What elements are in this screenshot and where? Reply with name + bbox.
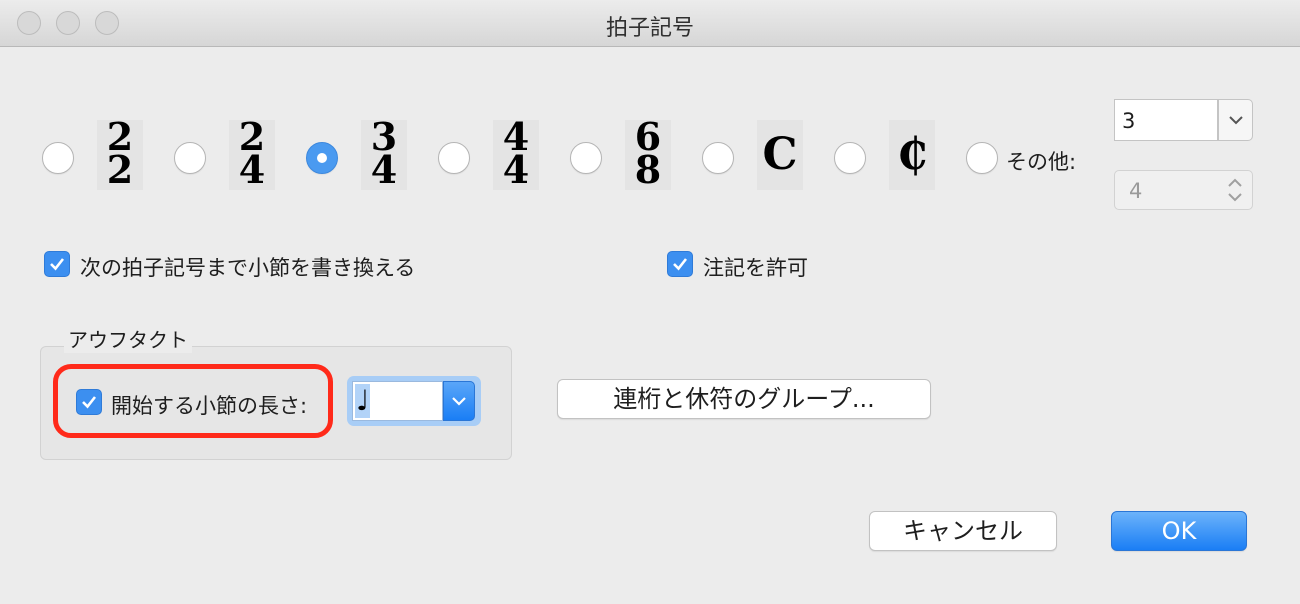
numerator-value: 3: [1122, 109, 1136, 133]
denominator-stepper[interactable]: 4: [1114, 170, 1253, 210]
rewrite-measures-label: 次の拍子記号まで小節を書き換える: [80, 256, 416, 280]
note-value-dropdown-button[interactable]: [443, 381, 475, 421]
beam-groups-button[interactable]: 連桁と休符のグループ...: [557, 379, 931, 419]
time-signature-dialog: 拍子記号 2 2 2 4 3 4 4 4 6 8 C ₵ その他: 3 4 次の…: [0, 0, 1300, 604]
numerator-input[interactable]: 3: [1114, 99, 1218, 141]
time-signature-3-4[interactable]: 3 4: [361, 118, 407, 192]
radio-other[interactable]: [966, 142, 998, 174]
radio-4-4[interactable]: [438, 142, 470, 174]
pickup-group-label: アウフタクト: [64, 324, 192, 353]
radio-2-2[interactable]: [42, 142, 74, 174]
radio-6-8[interactable]: [570, 142, 602, 174]
ts-bottom: 4: [238, 147, 266, 192]
checkmark-icon: [50, 258, 65, 271]
radio-common-time[interactable]: [702, 142, 734, 174]
radio-3-4[interactable]: [306, 142, 338, 174]
common-time-symbol[interactable]: C: [757, 120, 803, 190]
time-signature-2-2[interactable]: 2 2: [97, 118, 143, 192]
allow-notes-checkbox[interactable]: [667, 251, 693, 277]
stepper-arrows-icon: [1228, 178, 1242, 202]
time-signature-2-4[interactable]: 2 4: [229, 118, 275, 192]
window-title: 拍子記号: [605, 16, 694, 41]
ok-button[interactable]: OK: [1111, 511, 1247, 551]
ts-bottom: 2: [106, 147, 134, 192]
rewrite-measures-checkbox[interactable]: [44, 251, 70, 277]
cut-time-glyph: ₵: [896, 129, 928, 180]
allow-notes-label: 注記を許可: [703, 256, 808, 280]
chevron-down-icon: [452, 397, 466, 406]
denominator-value: 4: [1129, 179, 1143, 203]
numerator-dropdown-button[interactable]: [1218, 99, 1253, 141]
cancel-button[interactable]: キャンセル: [869, 511, 1057, 551]
highlight-annotation: [53, 364, 333, 438]
ts-bottom: 4: [370, 147, 398, 192]
common-time-glyph: C: [762, 129, 798, 180]
note-value: ♩: [355, 384, 371, 418]
radio-2-4[interactable]: [174, 142, 206, 174]
radio-cut-time[interactable]: [834, 142, 866, 174]
other-label: その他:: [1006, 150, 1077, 174]
checkmark-icon: [673, 258, 688, 271]
ts-bottom: 8: [634, 147, 662, 192]
ts-bottom: 4: [502, 147, 530, 192]
title-bar: 拍子記号: [0, 0, 1300, 47]
time-signature-4-4[interactable]: 4 4: [493, 118, 539, 192]
cut-time-symbol[interactable]: ₵: [889, 120, 935, 190]
time-signature-6-8[interactable]: 6 8: [625, 118, 671, 192]
note-value-popup[interactable]: ♩: [352, 381, 443, 421]
chevron-down-icon: [1229, 116, 1243, 125]
